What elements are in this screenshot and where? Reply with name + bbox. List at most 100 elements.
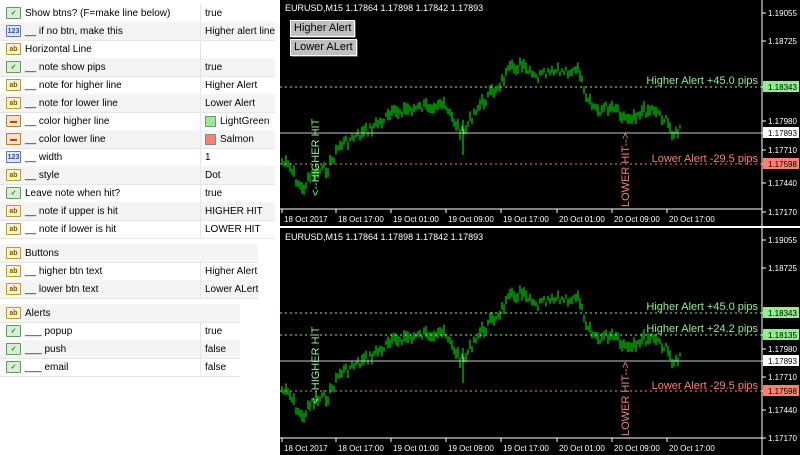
time-tick-label: 19 Oct 01:00 [393, 444, 439, 453]
time-tick-label: 19 Oct 17:00 [503, 215, 549, 224]
price-tick-label: 1.17598 [768, 160, 797, 169]
string-icon: ab [6, 283, 21, 295]
prop-value[interactable]: Lower Alert [205, 98, 255, 109]
prop-value[interactable]: true [205, 62, 222, 73]
prop-row[interactable]: ✓ ___ popup true [0, 322, 240, 341]
chart-bottom[interactable]: EURUSD,M15 1.17864 1.17898 1.17842 1.178… [280, 228, 800, 455]
time-tick-label: 18 Oct 17:00 [338, 444, 384, 453]
prop-value[interactable]: HIGHER HIT [205, 206, 263, 217]
prop-value[interactable]: Higher alert line [205, 26, 275, 37]
string-icon: ab [6, 205, 21, 217]
string-icon: ab [6, 247, 21, 259]
higher-hit-note: <--HIGHER HIT [310, 118, 322, 196]
prop-label: __ width [25, 151, 63, 163]
prop-row[interactable]: ✓ Show btns? (F=make line below) true [0, 4, 275, 23]
section-label: Alerts [25, 307, 51, 319]
price-tick-label: 1.19055 [768, 9, 797, 18]
bool-icon: ✓ [6, 361, 21, 373]
lower-alert-button[interactable]: Lower ALert [290, 39, 357, 56]
higher-alert-label: Higher Alert +45.0 pips [646, 75, 758, 87]
time-tick-label: 20 Oct 01:00 [559, 215, 605, 224]
lower-alert-label: Lower Alert -29.5 pips [652, 380, 759, 392]
section-alerts[interactable]: ab Alerts [0, 304, 240, 323]
prop-label: ___ push [25, 343, 67, 355]
higher-alert-label-2: Higher Alert +24.2 pips [646, 323, 758, 335]
prop-value[interactable]: true [205, 8, 222, 19]
prop-label: __ note if lower is hit [25, 223, 117, 235]
prop-value[interactable]: LightGreen [205, 115, 270, 127]
prop-label: Leave note when hit? [25, 187, 121, 199]
price-axis: 1.19055 1.18725 1.18343 1.18135 1.17980 1.178… [762, 236, 799, 443]
prop-row[interactable]: 123 __ width 1 [0, 148, 275, 167]
prop-row[interactable]: ab __ note if lower is hit LOWER HIT [0, 220, 275, 239]
higher-alert-label: Higher Alert +45.0 pips [646, 301, 758, 313]
color-icon: ▬ [6, 115, 21, 127]
prop-label: __ note show pips [25, 61, 106, 73]
prop-value[interactable]: Higher Alert [205, 266, 257, 277]
prop-value[interactable]: Lower ALert [205, 284, 258, 295]
prop-row[interactable]: ab __ higher btn text Higher Alert [0, 262, 258, 281]
price-tick-label: 1.17440 [768, 406, 797, 415]
string-icon: ab [6, 97, 21, 109]
time-tick-label: 19 Oct 17:00 [503, 444, 549, 453]
chart-top-svg: EURUSD,M15 1.17864 1.17898 1.17842 1.178… [280, 0, 799, 226]
time-tick-label: 18 Oct 2017 [284, 444, 328, 453]
chart-top[interactable]: EURUSD,M15 1.17864 1.17898 1.17842 1.178… [280, 0, 800, 226]
color-icon: ▬ [6, 133, 21, 145]
prop-value[interactable]: Dot [205, 170, 221, 181]
prop-label: __ style [25, 169, 60, 181]
bool-icon: ✓ [6, 187, 21, 199]
time-tick-label: 20 Oct 01:00 [559, 444, 605, 453]
number-icon: 123 [6, 151, 21, 163]
prop-row[interactable]: ab __ note for lower line Lower Alert [0, 94, 275, 113]
color-name: LightGreen [220, 115, 270, 127]
price-tick-label: 1.18343 [768, 309, 797, 318]
number-icon: 123 [6, 25, 21, 37]
string-icon: ab [6, 79, 21, 91]
prop-label: __ note for lower line [25, 97, 118, 109]
bool-icon: ✓ [6, 343, 21, 355]
prop-value[interactable]: false [205, 362, 226, 373]
higher-hit-note: <--HIGHER HIT [310, 326, 322, 404]
prop-row[interactable]: ✓ ___ push false [0, 340, 240, 359]
prop-row[interactable]: ▬ __ color higher line LightGreen [0, 112, 275, 131]
price-tick-label: 1.17980 [768, 345, 797, 354]
section-buttons[interactable]: ab Buttons [0, 244, 258, 263]
prop-value[interactable]: true [205, 188, 222, 199]
bool-icon: ✓ [6, 7, 21, 19]
prop-label: __ if no btn, make this [25, 25, 123, 37]
prop-value[interactable]: true [205, 326, 222, 337]
prop-row[interactable]: ✓ ___ email false [0, 358, 240, 377]
prop-row[interactable]: ✓ Leave note when hit? true [0, 184, 275, 203]
price-tick-label: 1.17710 [768, 146, 797, 155]
lower-alert-label: Lower Alert -29.5 pips [652, 153, 759, 165]
time-tick-label: 19 Oct 09:00 [448, 444, 494, 453]
prop-row[interactable]: ✓ __ note show pips true [0, 58, 275, 77]
prop-row[interactable]: ab __ note for higher line Higher Alert [0, 76, 275, 95]
time-tick-label: 19 Oct 01:00 [393, 215, 439, 224]
prop-label: __ higher btn text [25, 265, 103, 277]
higher-alert-button[interactable]: Higher Alert [290, 20, 356, 37]
prop-row[interactable]: ▬ __ color lower line Salmon [0, 130, 275, 149]
prop-value[interactable]: 1 [205, 152, 211, 163]
time-axis: 18 Oct 2017 18 Oct 17:00 19 Oct 01:00 19 Oc… [281, 438, 715, 453]
prop-value[interactable]: Salmon [205, 133, 254, 145]
prop-value[interactable]: Higher Alert [205, 80, 257, 91]
price-tick-label: 1.17893 [768, 129, 797, 138]
prop-label: __ color higher line [25, 115, 110, 127]
color-name: Salmon [220, 133, 254, 145]
time-tick-label: 19 Oct 09:00 [448, 215, 494, 224]
price-tick-label: 1.17980 [768, 117, 797, 126]
prop-value[interactable]: false [205, 344, 226, 355]
lower-hit-note: LOWER HIT--> [620, 133, 632, 207]
prop-row[interactable]: ab __ note if upper is hit HIGHER HIT [0, 202, 275, 221]
prop-row[interactable]: ab __ lower btn text Lower ALert [0, 280, 258, 299]
price-tick-label: 1.17710 [768, 373, 797, 382]
time-axis: 18 Oct 2017 18 Oct 17:00 19 Oct 01:00 19 Oc… [281, 209, 715, 224]
prop-label: Horizontal Line [25, 43, 92, 55]
prop-row[interactable]: 123 __ if no btn, make this Higher alert l… [0, 22, 275, 41]
prop-row[interactable]: ab Horizontal Line [0, 40, 275, 59]
prop-row[interactable]: ab __ style Dot [0, 166, 275, 185]
prop-value[interactable]: LOWER HIT [205, 224, 261, 235]
prop-label: Show btns? (F=make line below) [25, 7, 171, 19]
